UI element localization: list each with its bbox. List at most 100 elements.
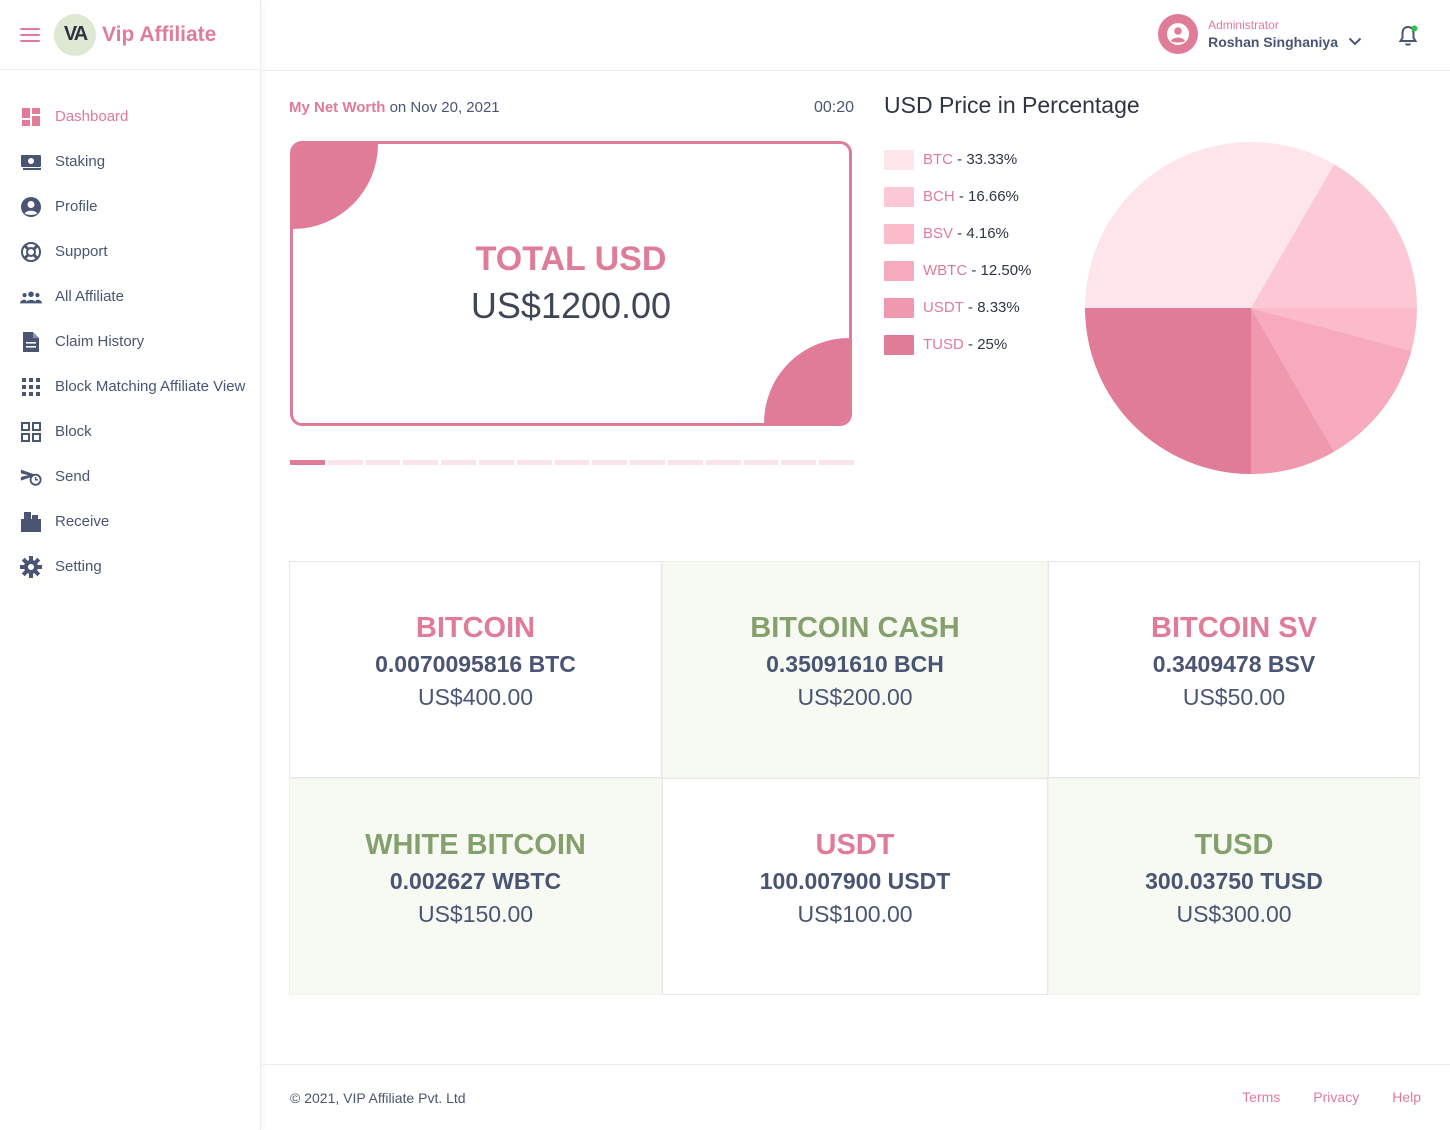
legend-item: WBTC - 12.50% <box>884 252 1031 289</box>
lifebuoy-icon <box>20 241 42 263</box>
coin-amount: 300.03750 TUSD <box>1145 868 1323 894</box>
coin-usd-value: US$400.00 <box>417 684 534 710</box>
sidebar-item-profile[interactable]: Profile <box>0 184 260 229</box>
brand-logo[interactable]: VA <box>54 13 96 56</box>
decor-corner-bottom-right <box>764 338 849 423</box>
chart-legend: BTC - 33.33% BCH - 16.66% BSV - 4.16% WBTC … <box>884 141 1031 363</box>
coin-name: BITCOIN SV <box>1151 612 1317 644</box>
legend-percent: 16.66% <box>968 188 1019 205</box>
legend-percent: 12.50% <box>980 262 1032 279</box>
legend-label: TUSD <box>923 336 964 353</box>
sidebar-item-send[interactable]: Send <box>0 454 260 499</box>
legend-swatch <box>884 297 914 318</box>
sidebar-item-dashboard[interactable]: Dashboard <box>0 94 260 139</box>
receive-box-icon <box>20 511 42 533</box>
coin-name: USDT <box>815 829 895 861</box>
legend-percent: 25% <box>977 336 1008 353</box>
footer-link-terms[interactable]: Terms <box>1242 1089 1280 1105</box>
legend-swatch <box>884 149 914 170</box>
gear-icon <box>20 555 42 578</box>
send-clock-icon <box>20 466 42 488</box>
carousel-dot[interactable] <box>705 460 741 465</box>
user-name: Roshan Singhaniya <box>1208 34 1338 50</box>
group-icon <box>20 286 42 308</box>
legend-item: BSV - 4.16% <box>884 215 1031 252</box>
sidebar-item-receive[interactable]: Receive <box>0 499 260 544</box>
carousel-dot[interactable] <box>365 460 401 465</box>
legend-swatch <box>884 223 914 244</box>
coin-card: WHITE BITCOIN 0.002627 WBTC US$150.00 <box>289 778 662 995</box>
money-icon <box>20 151 42 173</box>
legend-item: BTC - 33.33% <box>884 141 1031 178</box>
coin-amount: 100.007900 USDT <box>759 868 951 894</box>
legend-swatch <box>884 260 914 281</box>
sidebar-item-setting[interactable]: Setting <box>0 544 260 589</box>
carousel-dot[interactable] <box>667 460 703 465</box>
carousel-dot[interactable] <box>630 460 665 465</box>
carousel-dot[interactable] <box>592 460 628 465</box>
legend-swatch <box>884 186 914 207</box>
coin-usd-value: US$50.00 <box>1182 684 1286 710</box>
document-icon <box>20 331 42 353</box>
carousel-dot[interactable] <box>516 460 552 465</box>
footer-link-privacy[interactable]: Privacy <box>1313 1089 1359 1105</box>
coin-name: WHITE BITCOIN <box>365 829 586 861</box>
sidebar-nav: Dashboard Staking Profile Support All Af… <box>0 70 260 589</box>
carousel-dot[interactable] <box>781 460 817 465</box>
sidebar-item-block[interactable]: Block <box>0 409 260 454</box>
legend-item: BCH - 16.66% <box>884 178 1031 215</box>
carousel-dot[interactable] <box>554 460 590 465</box>
notification-dot <box>1411 25 1418 32</box>
footer: © 2021, VIP Affiliate Pvt. Ltd Terms Pri… <box>262 1064 1450 1130</box>
legend-label: USDT <box>923 299 964 316</box>
total-usd-card: TOTAL USD US$1200.00 <box>290 141 852 426</box>
footer-links: Terms Privacy Help <box>1242 1089 1421 1105</box>
dashboard-icon <box>20 106 42 128</box>
total-usd-value: US$1200.00 <box>470 285 672 326</box>
carousel-dot[interactable] <box>441 460 476 465</box>
sidebar-item-label: Profile <box>55 198 98 215</box>
sidebar-item-all-affiliate[interactable]: All Affiliate <box>0 274 260 319</box>
footer-link-help[interactable]: Help <box>1392 1089 1421 1105</box>
carousel-dot[interactable] <box>819 460 854 465</box>
coin-amount: 0.3409478 BSV <box>1152 651 1316 677</box>
brand-bar: VA Vip Affiliate <box>0 0 260 70</box>
legend-separator: - <box>953 151 967 168</box>
sidebar-item-label: Receive <box>55 513 110 530</box>
legend-swatch <box>884 334 914 355</box>
sidebar-item-label: Block Matching Affiliate View <box>55 378 246 395</box>
brand-name[interactable]: Vip Affiliate <box>102 23 216 47</box>
sidebar-item-support[interactable]: Support <box>0 229 260 274</box>
legend-percent: 33.33% <box>966 151 1018 168</box>
total-usd-label: TOTAL USD <box>475 240 667 278</box>
menu-icon[interactable] <box>20 27 40 42</box>
coin-card: TUSD 300.03750 TUSD US$300.00 <box>1048 778 1420 995</box>
carousel-dot[interactable] <box>327 460 363 465</box>
coin-usd-value: US$150.00 <box>417 901 534 927</box>
carousel-dot[interactable] <box>403 460 439 465</box>
account-circle-icon <box>20 196 42 218</box>
net-worth-date: on Nov 20, 2021 <box>389 99 500 116</box>
sidebar-item-label: Send <box>55 468 91 485</box>
sidebar-item-claim-history[interactable]: Claim History <box>0 319 260 364</box>
carousel-dot[interactable] <box>290 460 325 465</box>
sidebar-item-staking[interactable]: Staking <box>0 139 260 184</box>
legend-label: BSV <box>923 225 954 242</box>
carousel-dot[interactable] <box>478 460 514 465</box>
legend-separator: - <box>954 188 969 205</box>
sidebar-item-label: Claim History <box>55 333 145 350</box>
chart-title: USD Price in Percentage <box>884 92 1140 118</box>
carousel-dot[interactable] <box>743 460 779 465</box>
legend-label: BTC <box>923 151 953 168</box>
legend-item: USDT - 8.33% <box>884 289 1031 326</box>
chevron-down-icon[interactable] <box>1348 37 1362 46</box>
avatar[interactable] <box>1158 14 1199 54</box>
carousel-indicators[interactable] <box>290 460 854 465</box>
usd-percentage-pie-chart <box>1085 142 1417 474</box>
user-menu[interactable]: Administrator Roshan Singhaniya <box>1158 14 1362 54</box>
coin-usd-value: US$300.00 <box>1176 901 1292 927</box>
bell-icon[interactable] <box>1396 24 1420 48</box>
sidebar-item-block-matching[interactable]: Block Matching Affiliate View <box>0 364 260 409</box>
coin-amount: 0.35091610 BCH <box>766 651 944 677</box>
coin-amount: 0.002627 WBTC <box>389 868 562 894</box>
